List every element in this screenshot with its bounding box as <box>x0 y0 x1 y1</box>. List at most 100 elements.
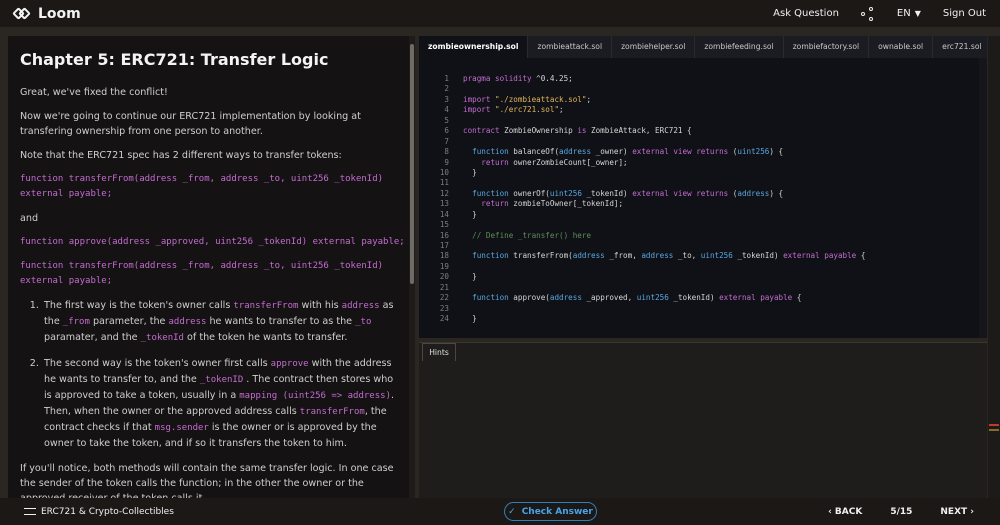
tab-zombiefactory[interactable]: zombiefactory.sol <box>784 36 870 58</box>
ruler-marker <box>989 429 999 431</box>
tab-ownable[interactable]: ownable.sol <box>869 36 934 58</box>
menu-icon <box>24 507 36 515</box>
line-number: 1 <box>444 74 449 83</box>
file-tabs: zombieownership.sol zombieattack.sol zom… <box>419 36 992 58</box>
ruler-marker <box>989 424 999 426</box>
inline-code: approve <box>270 359 309 369</box>
language-select[interactable]: EN ▼ <box>897 8 921 19</box>
code-line: function balanceOf(address _owner) exter… <box>472 147 784 157</box>
text: of the token he wants to transfer. <box>183 332 348 343</box>
code-line: } <box>463 314 477 324</box>
line-number: 17 <box>439 241 449 250</box>
check-answer-label: Check Answer <box>521 506 593 517</box>
text: The second way is the token's owner firs… <box>44 358 271 369</box>
next-label: NEXT <box>940 506 968 517</box>
inline-code: _from <box>62 317 90 327</box>
line-number: 3 <box>444 94 449 104</box>
code-text: external payable; <box>20 189 113 199</box>
scrollbar-thumb[interactable] <box>410 44 414 284</box>
text: he wants to transfer to as the <box>206 316 356 327</box>
code-text: function transferFrom(address _from, add… <box>20 174 384 184</box>
tab-zombiehelper[interactable]: zombiehelper.sol <box>612 36 696 58</box>
inline-code: mapping (uint256 => address) <box>239 391 391 401</box>
lesson-scrollbar[interactable] <box>409 36 415 498</box>
ask-question-link[interactable]: Ask Question <box>773 8 839 19</box>
chapter-nav: ‹ BACK 5/15 NEXT › <box>828 498 974 525</box>
check-answer-button[interactable]: ✓ Check Answer <box>504 502 597 521</box>
code-line: } <box>463 272 477 282</box>
line-number: 12 <box>439 188 449 198</box>
code-line: contract ZombieOwnership is ZombieAttack… <box>463 126 692 136</box>
line-number: 24 <box>439 314 449 324</box>
chevron-right-icon: › <box>967 506 974 517</box>
line-number: 8 <box>444 147 449 157</box>
line-number: 15 <box>439 220 449 230</box>
code-text: external payable; <box>20 276 113 286</box>
code-snippet: function approve(address _approved, uint… <box>20 237 405 247</box>
text: with his <box>298 300 342 311</box>
code-area[interactable]: 1 pragma solidity ^0.4.25; 2 3 import "./z… <box>419 74 987 336</box>
sign-out-link[interactable]: Sign Out <box>943 8 986 19</box>
code-line: // Define _transfer() here <box>472 230 592 240</box>
text: The first way is the token's owner calls <box>44 300 234 311</box>
code-line: function ownerOf(uint256 _tokenId) exter… <box>472 188 784 198</box>
code-line: import "./erc721.sol"; <box>463 105 564 115</box>
line-number: 23 <box>439 303 449 313</box>
code-line: } <box>463 209 477 219</box>
chevron-down-icon: ▼ <box>914 9 921 18</box>
inline-code: transferFrom <box>233 301 299 311</box>
next-button[interactable]: NEXT › <box>940 507 974 517</box>
line-number: 19 <box>439 261 449 271</box>
line-number: 10 <box>439 167 449 177</box>
lesson-paragraph: Great, we've fixed the conflict! <box>20 87 168 98</box>
lesson-paragraph: If you'll notice, both methods will cont… <box>20 463 394 498</box>
list-item: The second way is the token's owner firs… <box>42 356 398 451</box>
check-icon: ✓ <box>508 506 516 517</box>
inline-code: _tokenId <box>140 333 184 343</box>
lesson-paragraph: Now we're going to continue our ERC721 i… <box>20 111 361 137</box>
language-label: EN <box>896 8 911 19</box>
tab-zombiefeeding[interactable]: zombiefeeding.sol <box>695 36 784 58</box>
inline-code: msg.sender <box>154 423 209 433</box>
line-number: 14 <box>439 209 449 219</box>
transfer-methods-list: The first way is the token's owner calls… <box>42 298 398 451</box>
loom-logo-icon <box>12 5 32 23</box>
share-icon[interactable] <box>860 6 875 21</box>
progress-indicator: 5/15 <box>890 506 913 517</box>
line-number: 7 <box>444 136 449 146</box>
lesson-paragraph: Note that the ERC721 spec has 2 differen… <box>20 150 342 161</box>
tab-zombieattack[interactable]: zombieattack.sol <box>528 36 613 58</box>
line-number: 4 <box>444 105 449 115</box>
overview-ruler[interactable] <box>988 36 1000 498</box>
line-number: 18 <box>439 251 449 261</box>
inline-code: address <box>168 317 207 327</box>
lesson-paragraph: and <box>20 213 39 224</box>
app-frame: Loom Ask Question EN ▼ Sign Out Chapter 5… <box>0 0 1000 525</box>
line-number: 20 <box>439 272 449 282</box>
code-snippet: function transferFrom(address _from, add… <box>20 259 398 289</box>
tab-zombieownership[interactable]: zombieownership.sol <box>419 36 529 58</box>
line-number: 5 <box>444 115 449 125</box>
chevron-left-icon: ‹ <box>828 506 835 517</box>
code-snippet: function transferFrom(address _from, add… <box>20 172 398 202</box>
editor-scrollbar[interactable] <box>979 58 987 338</box>
tab-hints[interactable]: Hints <box>422 343 456 361</box>
line-number: 9 <box>444 157 449 167</box>
tab-erc721[interactable]: erc721.sol <box>933 36 992 58</box>
line-number: 11 <box>439 178 449 188</box>
inline-code: _tokenID <box>199 375 244 385</box>
line-number: 16 <box>439 230 449 240</box>
top-bar: Loom Ask Question EN ▼ Sign Out <box>0 0 1000 28</box>
course-menu[interactable]: ERC721 & Crypto-Collectibles <box>24 507 174 517</box>
inline-code: transferFrom <box>299 407 365 417</box>
code-editor[interactable]: zombieownership.sol zombieattack.sol zom… <box>419 36 992 338</box>
code-line: return ownerZombieCount[_owner]; <box>481 157 628 167</box>
back-button[interactable]: ‹ BACK <box>828 507 862 517</box>
text: parameter, the <box>89 316 169 327</box>
logo[interactable]: Loom <box>12 5 81 23</box>
